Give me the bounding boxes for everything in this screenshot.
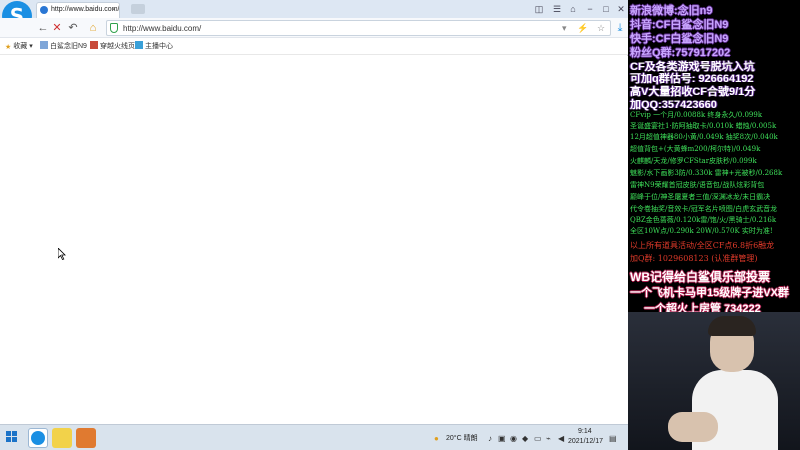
- overlay-price-line: 12月超值神器80小黄/0.049k 抽奖8次/0.040k: [630, 133, 778, 141]
- overlay-price-line: 圣诞盛宴社1·防阿抽取卡/0.010k 蜡烛/0.005k: [630, 122, 777, 130]
- dropdown-icon[interactable]: ▾: [562, 21, 567, 36]
- overlay-price-line: QBZ金色蔷薇/0.120k雷/饱/火/黑骑士/0.216k: [630, 216, 777, 224]
- windows-start-icon[interactable]: [6, 431, 18, 443]
- fav-item-2[interactable]: 穿越火线页: [90, 40, 135, 53]
- taskbar: ● 20°C 晴朗 ♪ ▣ ◉ ◆ ▭ ⌁ ◀ 9:14 2021/12/17 …: [0, 424, 628, 450]
- stream-overlay: 新浪微博:念旧n9 抖音:CF白鲨念旧N9 快手:CF白鲨念旧N9 粉丝Q群:7…: [628, 0, 800, 320]
- webcam-feed: [628, 312, 800, 450]
- taskbar-browser-icon[interactable]: [28, 428, 48, 448]
- notification-icon[interactable]: ▤: [609, 434, 617, 444]
- minimize-icon[interactable]: −: [583, 2, 597, 16]
- star-icon: ★: [5, 44, 12, 51]
- weather-sun-icon: ●: [434, 434, 439, 443]
- fav-item-favorites[interactable]: ★ 收藏 ▾: [5, 40, 33, 53]
- tab-favicon-icon: [40, 6, 48, 14]
- owl-tray-icon[interactable]: ◉: [510, 434, 517, 444]
- game-tray-icon[interactable]: ▣: [498, 434, 506, 444]
- overlay-banner-line: 一个飞机卡马甲15级牌子进VX群: [630, 287, 789, 299]
- fav-item-1[interactable]: 白鲨念旧N9: [40, 40, 87, 53]
- navigation-bar: ← ✕ ↶ ⌂ http://www.baidu.com/ ▾ ⚡ ☆ ⤓: [0, 18, 628, 38]
- overlay-price-line: CFvip 一个月/0.0088k 终身永久/0.099k: [630, 111, 763, 119]
- anchor-icon: [135, 41, 143, 49]
- weather-text[interactable]: 20°C 晴朗: [446, 433, 478, 443]
- clock-time[interactable]: 9:14: [578, 428, 592, 435]
- overlay-price-line: 超值背包+(大黄蜂m200/柯尔特)/0.049k: [630, 145, 761, 153]
- new-tab-button[interactable]: [131, 4, 145, 14]
- overlay-price-line: 巅峰于位/神圣屠夏者三值/深渊冰龙/末日霸决: [630, 193, 771, 201]
- maximize-icon[interactable]: □: [599, 2, 613, 16]
- overlay-banner-line: WB记得给白鲨俱乐部投票: [630, 270, 770, 284]
- overlay-red-line: 加Q群: 1029608123 (认准群管理): [630, 254, 758, 263]
- bookmark-star-icon[interactable]: ☆: [597, 21, 605, 36]
- browser-titlebar: http://www.baidu.com/ × ◫ ☰ ⌂ − □ ✕: [0, 0, 628, 18]
- stop-icon[interactable]: ✕: [50, 20, 64, 36]
- network-icon[interactable]: ⌁: [546, 434, 551, 444]
- address-url: http://www.baidu.com/: [123, 24, 202, 33]
- home-icon[interactable]: ⌂: [86, 20, 100, 36]
- menu-icon[interactable]: ◫: [532, 2, 546, 16]
- volume-icon[interactable]: ◀: [558, 434, 564, 444]
- page-icon: [40, 41, 48, 49]
- display-tray-icon[interactable]: ▭: [534, 434, 542, 444]
- overlay-price-line: 代令卷抽奖/音效卡/冠军名片喷图/白虎玄武音龙: [630, 205, 778, 213]
- tab-close-icon[interactable]: ×: [111, 3, 116, 17]
- shield-tray-icon[interactable]: ◆: [522, 434, 528, 444]
- taskbar-game-app-icon[interactable]: [76, 428, 96, 448]
- overlay-price-line: 魅影/水下画影3防/0.330k 雷神+光被秒/0.268k: [630, 169, 783, 177]
- overlay-price-line: 全区10W点/0.290k 20W/0.570K 实时为准!: [630, 227, 773, 235]
- close-icon[interactable]: ✕: [614, 2, 628, 16]
- overlay-red-line: 以上所有道具活动/全区CF点6.8折6融龙: [630, 241, 775, 250]
- tab-title: http://www.baidu.com/: [51, 6, 120, 13]
- skin-icon[interactable]: ☰: [550, 2, 564, 16]
- streamer-arm: [668, 412, 718, 442]
- download-icon[interactable]: ⤓: [613, 20, 627, 36]
- clock-date[interactable]: 2021/12/17: [568, 438, 603, 445]
- fav-item-3[interactable]: 主播中心: [135, 40, 173, 53]
- browser-tab[interactable]: http://www.baidu.com/ ×: [36, 2, 120, 18]
- taskbar-owl-app-icon[interactable]: [52, 428, 72, 448]
- back-icon[interactable]: ←: [36, 20, 50, 36]
- address-bar[interactable]: http://www.baidu.com/ ▾ ⚡ ☆: [106, 20, 611, 36]
- game-icon: [90, 41, 98, 49]
- screen: http://www.baidu.com/ × ◫ ☰ ⌂ − □ ✕ S ← …: [0, 0, 800, 450]
- overlay-price-line: 火麒麟/天龙/修罗CFStar皮肤秒/0.099k: [630, 157, 757, 165]
- page-content: [0, 56, 628, 424]
- streamer-hair: [708, 316, 756, 336]
- security-shield-icon: [110, 23, 118, 33]
- overlay-price-line: 雷神N9荣耀首冠皮肤/语音包/战队炫彩背包: [630, 181, 765, 189]
- shirt-icon[interactable]: ⌂: [566, 2, 580, 16]
- mic-icon[interactable]: ♪: [488, 434, 492, 444]
- favorites-bar: ★ 收藏 ▾ 白鲨念旧N9 穿越火线页 主播中心: [0, 38, 628, 55]
- lightning-icon[interactable]: ⚡: [577, 21, 588, 36]
- undo-icon[interactable]: ↶: [66, 20, 80, 36]
- mouse-cursor-icon: [58, 248, 66, 260]
- browser-window: http://www.baidu.com/ × ◫ ☰ ⌂ − □ ✕ S ← …: [0, 0, 628, 424]
